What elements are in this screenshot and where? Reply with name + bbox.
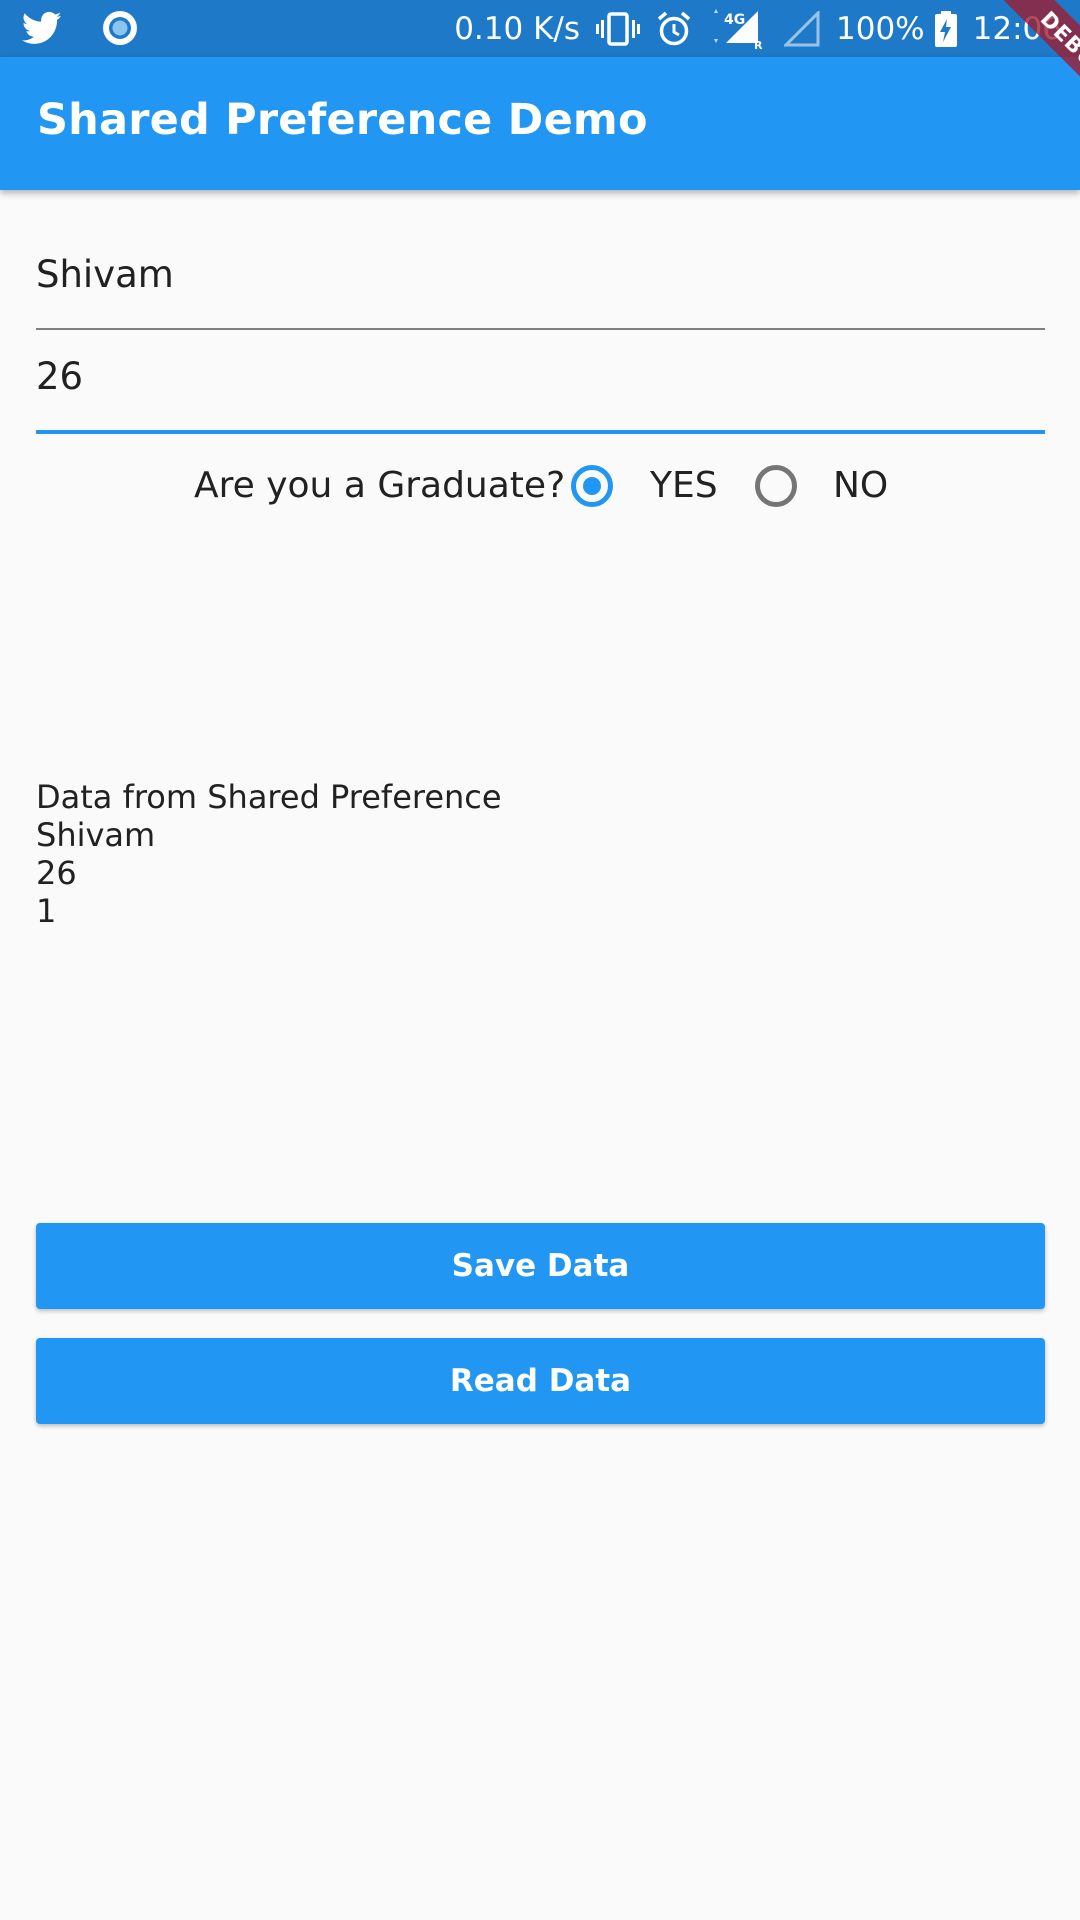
app-bar: Shared Preference Demo	[0, 57, 1080, 190]
shared-data-name: Shivam	[36, 816, 156, 854]
radio-yes[interactable]	[571, 465, 613, 507]
read-data-button-label: Read Data	[449, 1363, 632, 1399]
save-data-button[interactable]: Save Data	[36, 1223, 1045, 1309]
save-data-button-label: Save Data	[451, 1248, 630, 1284]
shared-data-age: 26	[36, 854, 77, 892]
radio-no[interactable]	[755, 465, 797, 507]
network-speed: 0.10 K/s	[454, 10, 581, 47]
status-bar: 0.10 K/s 4G R 100% 12:06	[0, 0, 1080, 57]
chrome-icon	[103, 11, 137, 45]
page-title: Shared Preference Demo	[37, 95, 648, 145]
age-field[interactable]: 26	[36, 340, 1045, 434]
twitter-icon	[22, 11, 62, 44]
vibrate-icon	[596, 11, 641, 46]
signal-icon: 4G R	[714, 8, 763, 49]
radio-yes-label[interactable]: YES	[650, 465, 718, 506]
debug-banner: DEBUG	[980, 0, 1080, 140]
graduate-radio-group: Are you a Graduate? YES NO	[0, 455, 1080, 519]
radio-yes-selected-dot	[583, 477, 601, 495]
graduate-question-label: Are you a Graduate?	[194, 465, 566, 506]
network-type: 4G	[724, 12, 745, 28]
read-data-button[interactable]: Read Data	[36, 1338, 1045, 1424]
no-signal-icon	[784, 10, 820, 46]
shared-preference-data: Data from Shared Preference Shivam 26 1	[36, 778, 502, 930]
debug-banner-container: DEBUG	[940, 0, 1080, 140]
name-field-value: Shivam	[36, 253, 174, 296]
shared-data-graduate: 1	[36, 892, 57, 930]
status-bar-left	[22, 8, 138, 48]
alarm-icon	[657, 11, 691, 45]
shared-data-heading: Data from Shared Preference	[36, 778, 502, 816]
radio-no-label[interactable]: NO	[833, 465, 888, 506]
age-field-value: 26	[36, 355, 84, 398]
name-field[interactable]: Shivam	[36, 238, 1045, 330]
battery-percent: 100%	[836, 10, 925, 47]
roaming-indicator: R	[754, 39, 763, 49]
